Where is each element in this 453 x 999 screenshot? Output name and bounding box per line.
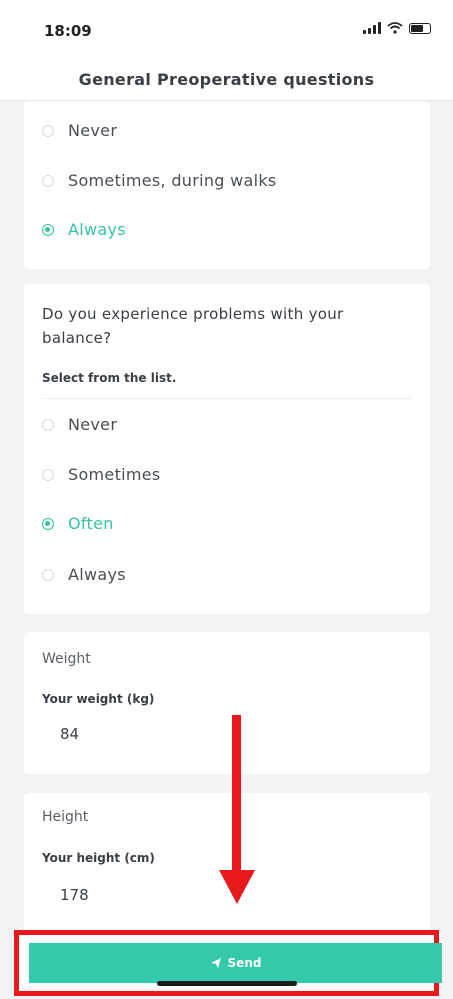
height-card: Height Your height (cm) 178 [24, 793, 430, 933]
status-bar: 18:09 [0, 0, 453, 58]
wifi-icon [387, 22, 403, 34]
radio-icon [42, 568, 54, 581]
status-icons [363, 22, 431, 34]
annotation-arrow-shaft [232, 715, 241, 875]
divider [42, 398, 412, 399]
option-sometimes-during-walks[interactable]: Sometimes, during walks [42, 171, 277, 190]
radio-icon [42, 174, 54, 187]
send-label: Send [227, 956, 262, 970]
status-time: 18:09 [44, 22, 92, 40]
weight-input[interactable]: 84 [60, 725, 79, 743]
radio-checked-icon [42, 223, 54, 236]
option-never[interactable]: Never [42, 415, 117, 434]
option-label: Often [68, 514, 114, 533]
radio-checked-icon [42, 517, 54, 530]
weight-title: Weight [42, 651, 91, 667]
option-always[interactable]: Always [42, 220, 126, 239]
radio-icon [42, 124, 54, 137]
question-text: Do you experience problems with your bal… [42, 305, 344, 347]
signal-icon [363, 22, 381, 34]
option-always[interactable]: Always [42, 565, 126, 584]
option-label: Never [68, 415, 118, 434]
weight-card: Weight Your weight (kg) 84 [24, 632, 430, 774]
height-label: Your height (cm) [42, 851, 155, 865]
option-label: Never [68, 121, 118, 140]
option-label: Sometimes [68, 465, 161, 484]
paper-plane-icon [210, 958, 221, 968]
radio-icon [42, 418, 54, 431]
option-label: Sometimes, during walks [68, 171, 277, 190]
send-button[interactable]: Send [29, 943, 442, 983]
battery-icon [409, 22, 431, 34]
option-label: Always [68, 220, 126, 239]
height-input[interactable]: 178 [60, 886, 89, 904]
annotation-arrow-head [219, 870, 255, 904]
page-title: General Preoperative questions [78, 69, 375, 89]
option-sometimes[interactable]: Sometimes [42, 465, 161, 484]
screen: 18:09 General Preoperative questions Nev… [0, 0, 453, 999]
home-indicator [157, 981, 297, 986]
option-label: Always [68, 565, 126, 584]
height-title: Height [42, 809, 89, 825]
question-card-1: Never Sometimes, during walks Always [24, 101, 430, 269]
question-hint: Select from the list. [42, 371, 177, 385]
weight-label: Your weight (kg) [42, 692, 155, 706]
radio-icon [42, 468, 54, 481]
question-card-balance: Do you experience problems with your bal… [24, 284, 430, 614]
option-often[interactable]: Often [42, 514, 114, 533]
page-header: General Preoperative questions [0, 58, 453, 101]
option-never[interactable]: Never [42, 121, 117, 140]
